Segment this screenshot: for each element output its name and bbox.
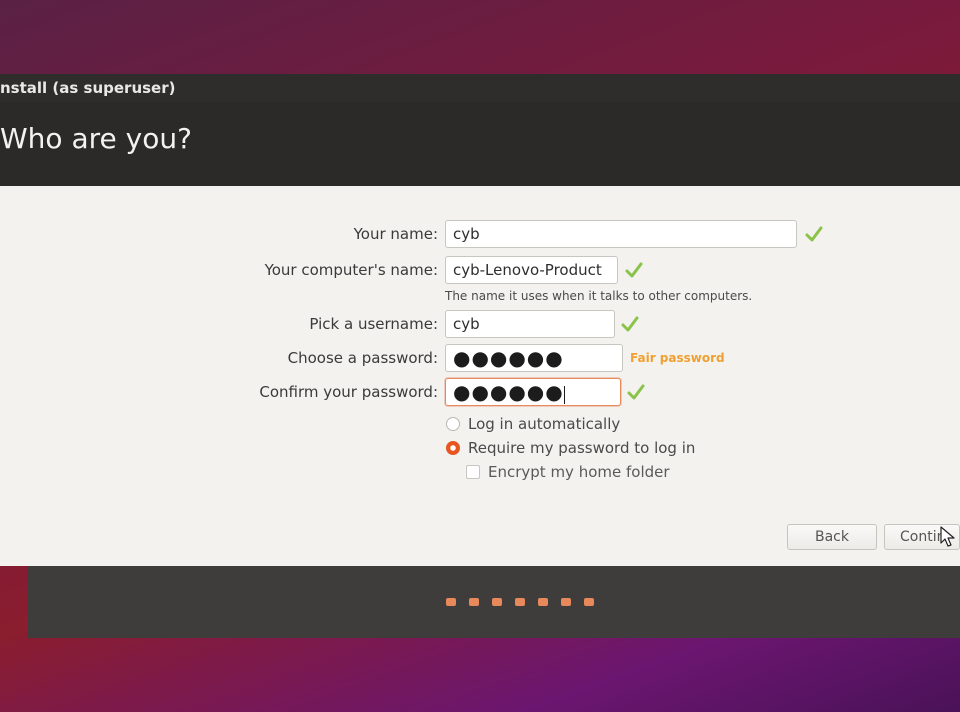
name-row: Your name: cyb: [0, 220, 960, 250]
confirm-password-value: ●●●●●●: [453, 380, 564, 404]
require-password-radio[interactable]: [446, 441, 460, 455]
progress-step-dot: [584, 598, 594, 606]
password-label: Choose a password:: [287, 349, 438, 367]
username-row: Pick a username: cyb: [0, 310, 960, 340]
progress-step-dot: [446, 598, 456, 606]
installer-window: nstall (as superuser) Who are you? Your …: [0, 74, 960, 640]
computer-name-valid-check-icon: [625, 262, 643, 278]
page-title: Who are you?: [0, 122, 192, 155]
auto-login-label: Log in automatically: [468, 415, 621, 433]
encrypt-home-checkbox[interactable]: [466, 465, 480, 479]
progress-step-dot: [469, 598, 479, 606]
back-button[interactable]: Back: [787, 524, 877, 550]
name-input[interactable]: cyb: [445, 220, 797, 248]
computer-name-label: Your computer's name:: [264, 261, 438, 279]
require-password-label: Require my password to log in: [468, 439, 696, 457]
window-title: nstall (as superuser): [0, 79, 176, 97]
progress-step-dot: [538, 598, 548, 606]
encrypt-home-option[interactable]: Encrypt my home folder: [466, 462, 686, 484]
auto-login-radio[interactable]: [446, 417, 460, 431]
window-title-bar: nstall (as superuser): [0, 74, 960, 102]
progress-step-dot: [515, 598, 525, 606]
user-form-panel: Your name: cyb Your computer's name: cyb…: [0, 186, 960, 566]
mouse-pointer-icon: [940, 526, 955, 547]
password-input[interactable]: ●●●●●●: [445, 344, 623, 372]
auto-login-option[interactable]: Log in automatically: [446, 414, 646, 436]
computer-name-hint: The name it uses when it talks to other …: [445, 289, 753, 303]
confirm-password-valid-check-icon: [627, 384, 645, 400]
progress-step-dot: [561, 598, 571, 606]
computer-name-input[interactable]: cyb-Lenovo-Product: [445, 256, 618, 284]
name-label: Your name:: [353, 225, 438, 243]
confirm-password-label: Confirm your password:: [259, 383, 438, 401]
name-valid-check-icon: [805, 226, 823, 242]
username-input[interactable]: cyb: [445, 310, 615, 338]
install-footer: [28, 566, 960, 638]
username-label: Pick a username:: [309, 315, 438, 333]
confirm-password-row: Confirm your password: ●●●●●●: [0, 378, 960, 408]
confirm-password-input[interactable]: ●●●●●●: [445, 378, 621, 406]
text-caret: [563, 385, 565, 404]
page-header: Who are you?: [0, 102, 960, 186]
username-valid-check-icon: [621, 316, 639, 332]
password-row: Choose a password: ●●●●●● Fair password: [0, 344, 960, 374]
password-strength-label: Fair password: [630, 351, 725, 365]
progress-step-dot: [492, 598, 502, 606]
encrypt-home-label: Encrypt my home folder: [488, 463, 670, 481]
computer-name-row: Your computer's name: cyb-Lenovo-Product: [0, 256, 960, 286]
require-password-option[interactable]: Require my password to log in: [446, 438, 706, 460]
